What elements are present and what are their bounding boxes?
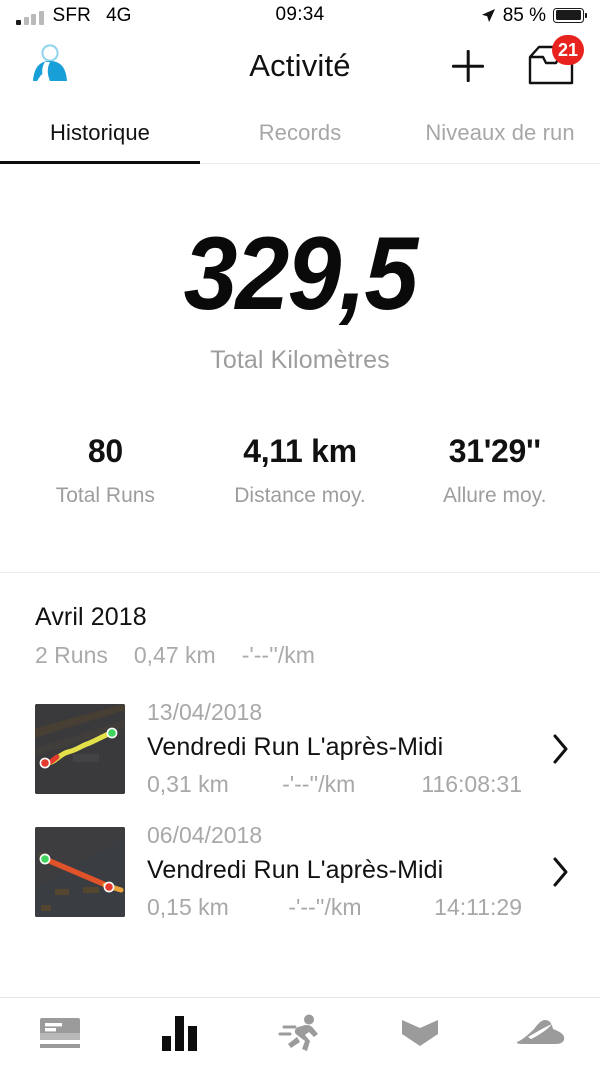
battery-icon [553, 8, 584, 23]
stats-row: 80 Total Runs 4,11 km Distance moy. 31'2… [0, 433, 600, 508]
month-summary: 2 Runs 0,47 km -'--''/km [35, 642, 565, 669]
run-duration: 14:11:29 [434, 894, 522, 921]
list-item[interactable]: 13/04/2018 Vendredi Run L'après-Midi 0,3… [0, 687, 600, 810]
month-distance: 0,47 km [134, 642, 216, 669]
chevron-right-icon [551, 856, 571, 888]
run-title: Vendredi Run L'après-Midi [147, 856, 522, 885]
tab-label: Historique [50, 120, 150, 146]
inbox-badge: 21 [552, 35, 584, 65]
shoe-icon [514, 1016, 566, 1050]
stat-total-runs: 80 Total Runs [8, 433, 203, 508]
run-date: 13/04/2018 [147, 699, 522, 726]
bottom-tab-activity[interactable] [120, 1013, 240, 1053]
month-pace: -'--''/km [242, 642, 315, 669]
route-map-thumbnail [35, 704, 125, 794]
month-group-header: Avril 2018 2 Runs 0,47 km -'--''/km [0, 573, 600, 669]
summary-section: 329,5 Total Kilomètres 80 Total Runs 4,1… [0, 164, 600, 508]
segmented-tabs: Historique Records Niveaux de run [0, 102, 600, 164]
run-distance: 0,31 km [147, 771, 282, 798]
run-distance: 0,15 km [147, 894, 288, 921]
chevron-right-icon [551, 733, 571, 765]
user-avatar-icon [24, 40, 76, 92]
run-metrics: 0,31 km -'--''/km 116:08:31 [147, 771, 522, 798]
run-pace: -'--''/km [282, 771, 421, 798]
tab-historique[interactable]: Historique [0, 102, 200, 164]
stat-value: 31'29'' [397, 433, 592, 470]
bottom-tab-feed[interactable] [0, 1014, 120, 1052]
nav-actions: 21 [446, 43, 578, 89]
run-list: 13/04/2018 Vendredi Run L'après-Midi 0,3… [0, 687, 600, 933]
bottom-tab-coach[interactable] [360, 1016, 480, 1050]
add-activity-button[interactable] [446, 44, 490, 88]
tab-records[interactable]: Records [200, 102, 400, 164]
month-title: Avril 2018 [35, 603, 565, 632]
feed-icon [38, 1014, 82, 1052]
bottom-tab-run[interactable] [240, 1013, 360, 1053]
stat-value: 4,11 km [203, 433, 398, 470]
stat-label: Allure moy. [397, 484, 592, 508]
app-screen: SFR 4G 09:34 85 % Activité [0, 0, 600, 1067]
run-title: Vendredi Run L'après-Midi [147, 733, 522, 762]
disclosure-chevron[interactable] [544, 733, 578, 765]
bar-chart-icon [159, 1013, 201, 1053]
runner-icon [278, 1013, 322, 1053]
run-info: 06/04/2018 Vendredi Run L'après-Midi 0,1… [147, 822, 522, 921]
stat-allure-moyenne: 31'29'' Allure moy. [397, 433, 592, 508]
tab-label: Niveaux de run [425, 120, 574, 146]
disclosure-chevron[interactable] [544, 856, 578, 888]
run-date: 06/04/2018 [147, 822, 522, 849]
stat-label: Total Runs [8, 484, 203, 508]
stat-value: 80 [8, 433, 203, 470]
active-tab-indicator [0, 161, 200, 165]
stat-label: Distance moy. [203, 484, 398, 508]
total-kilometers-label: Total Kilomètres [0, 346, 600, 375]
route-map-graphic [35, 704, 125, 794]
stat-distance-moyenne: 4,11 km Distance moy. [203, 433, 398, 508]
coach-chevron-icon [400, 1016, 440, 1050]
run-info: 13/04/2018 Vendredi Run L'après-Midi 0,3… [147, 699, 522, 798]
run-duration: 116:08:31 [421, 771, 522, 798]
total-kilometers-value: 329,5 [21, 222, 579, 326]
bottom-tab-bar [0, 997, 600, 1067]
clock-label: 09:34 [0, 4, 600, 26]
bottom-tab-shoe[interactable] [480, 1016, 600, 1050]
avatar[interactable] [22, 38, 78, 94]
month-runs-count: 2 Runs [35, 642, 108, 669]
navigation-bar: Activité 21 [0, 30, 600, 102]
status-bar: SFR 4G 09:34 85 % [0, 0, 600, 30]
list-item[interactable]: 06/04/2018 Vendredi Run L'après-Midi 0,1… [0, 810, 600, 933]
route-map-thumbnail [35, 827, 125, 917]
run-pace: -'--''/km [288, 894, 434, 921]
route-map-graphic [35, 827, 125, 917]
inbox-button[interactable]: 21 [524, 43, 578, 89]
tab-niveaux-de-run[interactable]: Niveaux de run [400, 102, 600, 164]
tab-label: Records [259, 120, 342, 146]
run-metrics: 0,15 km -'--''/km 14:11:29 [147, 894, 522, 921]
